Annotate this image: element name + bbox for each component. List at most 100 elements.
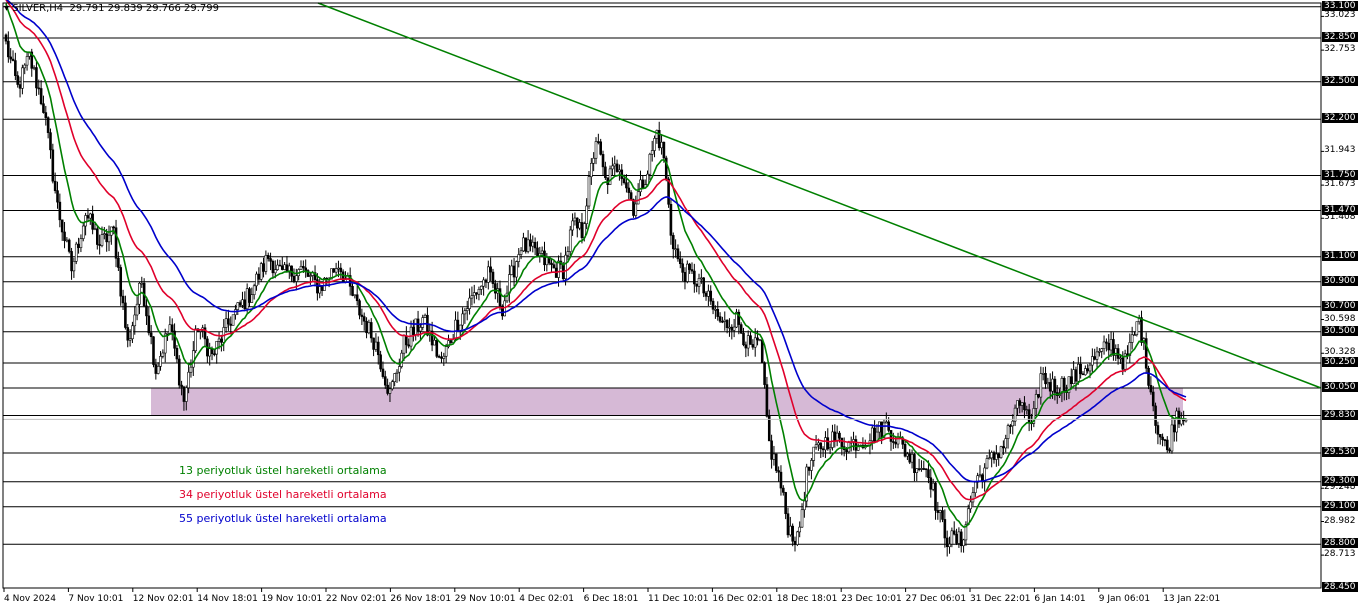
candle-body: [433, 339, 436, 346]
candle-body: [18, 84, 22, 89]
level-label: 30.500: [1322, 325, 1358, 336]
candle-body: [1165, 439, 1169, 451]
candle-body: [894, 441, 897, 445]
candle-body: [618, 169, 621, 172]
candle-body: [997, 453, 1000, 458]
candle-body: [369, 322, 373, 339]
candle-body: [271, 260, 275, 274]
candle-body: [992, 452, 996, 460]
candle-body: [571, 220, 574, 231]
candle-body: [803, 500, 806, 511]
candle-body: [1044, 373, 1047, 385]
candle-body: [819, 442, 823, 450]
candle-body: [798, 526, 801, 533]
x-tick-label: 22 Nov 02:01: [326, 594, 387, 604]
candle-body: [477, 289, 481, 295]
candle-body: [1135, 321, 1139, 335]
x-tick-label: 19 Nov 10:01: [261, 594, 323, 604]
candle-body: [611, 165, 614, 170]
candle-body: [688, 263, 691, 270]
candle-body: [53, 180, 57, 191]
candle-body: [224, 318, 228, 328]
symbol-label: SILVER,H4: [12, 3, 64, 14]
candle-body: [973, 481, 977, 494]
candle-body: [746, 335, 750, 349]
candle-body: [810, 460, 813, 471]
candle-body: [194, 328, 197, 352]
candle-body: [74, 243, 78, 262]
candle-body: [903, 443, 907, 457]
candle-body: [814, 444, 818, 448]
candle-body: [393, 373, 396, 383]
candle-body: [140, 282, 144, 285]
level-label: 28.800: [1322, 538, 1358, 549]
x-tick-label: 23 Dec 10:01: [841, 594, 902, 604]
candle-body: [978, 474, 982, 477]
candle-body: [147, 315, 151, 334]
candle-body: [1154, 405, 1157, 426]
candle-body: [255, 273, 258, 287]
candle-body: [231, 314, 235, 326]
candle-body: [812, 446, 816, 461]
level-label: 30.050: [1322, 382, 1358, 392]
candle-body: [133, 314, 137, 327]
candle-body: [320, 286, 324, 291]
candle-body: [1011, 420, 1015, 427]
candle-body: [716, 308, 720, 317]
candle-body: [678, 258, 682, 265]
candle-body: [419, 327, 422, 332]
candle-body: [484, 279, 488, 283]
candle-body: [470, 295, 474, 299]
level-label: 28.450: [1322, 582, 1358, 592]
candle-body: [831, 431, 834, 448]
candle-body: [241, 299, 244, 306]
candle-body: [1149, 385, 1153, 393]
level-label: 30.700: [1322, 300, 1358, 311]
candle-body: [756, 337, 759, 341]
candle-body: [536, 247, 539, 257]
candle-body: [283, 264, 286, 270]
candle-body: [208, 348, 211, 357]
dropdown-icon[interactable]: ▾: [4, 3, 9, 14]
candle-body: [248, 288, 251, 303]
candle-body: [512, 265, 516, 278]
candle-body: [398, 366, 401, 373]
candle-body: [957, 531, 961, 544]
candle-body: [625, 182, 628, 189]
candle-body: [407, 344, 410, 347]
candle-body: [620, 169, 624, 179]
candle-body: [936, 510, 940, 513]
candle-body: [107, 234, 111, 243]
candle-body: [299, 266, 303, 270]
x-tick-label: 9 Jan 06:01: [1098, 594, 1151, 604]
candle-body: [1112, 339, 1115, 356]
legend-ema-13: 13 periyotluk üstel hareketli ortalama: [179, 464, 387, 477]
candle-body: [543, 250, 546, 266]
candle-body: [721, 320, 724, 323]
candle-body: [702, 277, 705, 294]
candle-body: [751, 344, 755, 348]
candle-body: [1119, 357, 1122, 360]
candle-body: [117, 257, 120, 268]
candle-body: [1074, 369, 1078, 382]
candle-body: [295, 275, 298, 282]
candle-body: [892, 441, 895, 443]
candle-body: [51, 149, 55, 182]
candle-body: [648, 153, 652, 175]
candle-body: [63, 231, 66, 241]
x-tick-label: 14 Nov 18:01: [197, 594, 258, 604]
candle-body: [931, 482, 935, 490]
candle-body: [280, 265, 284, 270]
candle-body: [592, 157, 595, 164]
candle-body: [491, 271, 495, 284]
candle-body: [77, 243, 80, 248]
candle-body: [779, 471, 783, 489]
candle-body: [924, 468, 928, 471]
candle-body: [519, 250, 523, 255]
candle-body: [650, 150, 654, 155]
candle-body: [170, 324, 174, 332]
candle-body: [723, 319, 727, 322]
candle-body: [774, 453, 778, 471]
y-tick-label: 31.943: [1324, 145, 1356, 156]
candle-body: [934, 482, 937, 511]
